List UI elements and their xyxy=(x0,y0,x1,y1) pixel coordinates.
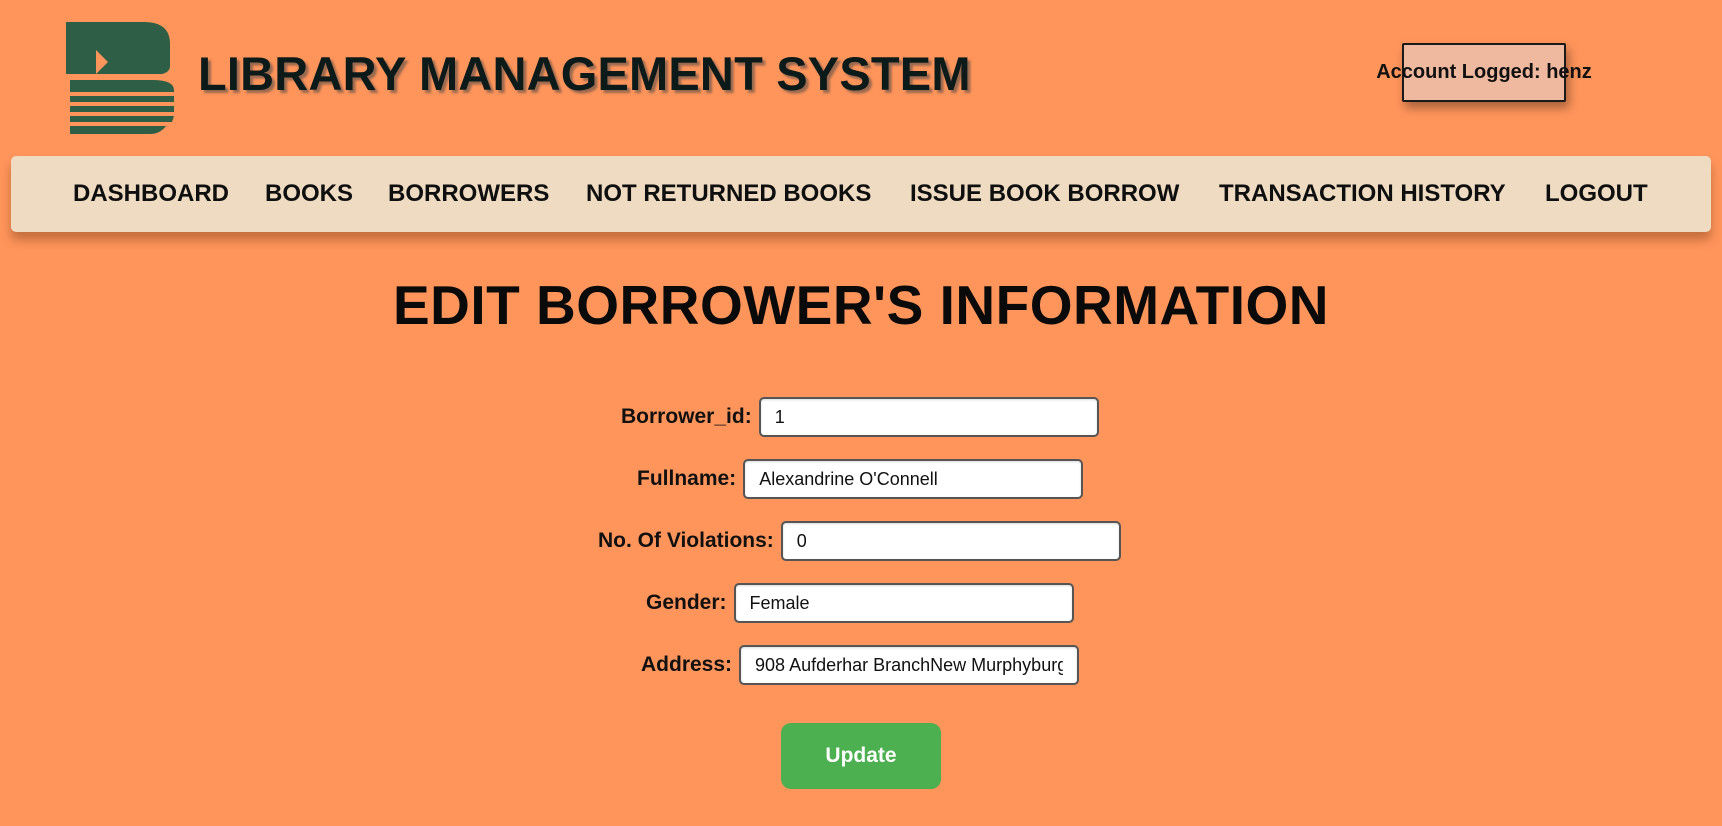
gender-row: Gender: xyxy=(646,583,1074,623)
account-status-badge: Account Logged: henz xyxy=(1376,43,1592,102)
nav-item-not-returned-books[interactable]: NOT RETURNED BOOKS xyxy=(586,156,871,232)
header: LIBRARY MANAGEMENT SYSTEM Account Logged… xyxy=(0,0,1722,150)
nav-item-issue-book-borrow[interactable]: ISSUE BOOK BORROW xyxy=(910,156,1179,232)
book-stack-b-logo-icon xyxy=(66,22,174,134)
violations-row: No. Of Violations: xyxy=(598,521,1121,561)
address-label: Address: xyxy=(641,653,733,676)
main-nav: DASHBOARD BOOKS BORROWERS NOT RETURNED B… xyxy=(11,156,1711,232)
borrower-id-row: Borrower_id: xyxy=(621,397,1099,437)
nav-item-transaction-history[interactable]: TRANSACTION HISTORY xyxy=(1219,156,1506,232)
fullname-label: Fullname: xyxy=(637,467,737,490)
address-row: Address: xyxy=(641,645,1080,685)
fullname-input[interactable] xyxy=(743,459,1084,499)
site-title: LIBRARY MANAGEMENT SYSTEM xyxy=(198,47,971,100)
address-input[interactable] xyxy=(739,645,1080,685)
nav-item-books[interactable]: BOOKS xyxy=(265,156,353,232)
gender-input[interactable] xyxy=(733,583,1074,623)
violations-input[interactable] xyxy=(780,521,1121,561)
gender-label: Gender: xyxy=(646,591,727,614)
nav-item-logout[interactable]: LOGOUT xyxy=(1545,156,1648,232)
violations-label: No. Of Violations: xyxy=(598,529,774,552)
fullname-row: Fullname: xyxy=(637,459,1084,499)
borrower-id-label: Borrower_id: xyxy=(621,405,752,428)
nav-item-dashboard[interactable]: DASHBOARD xyxy=(73,156,229,232)
update-button[interactable]: Update xyxy=(781,723,941,789)
borrower-id-input[interactable] xyxy=(758,397,1099,437)
nav-item-borrowers[interactable]: BORROWERS xyxy=(388,156,549,232)
page-title: EDIT BORROWER'S INFORMATION xyxy=(392,274,1330,336)
